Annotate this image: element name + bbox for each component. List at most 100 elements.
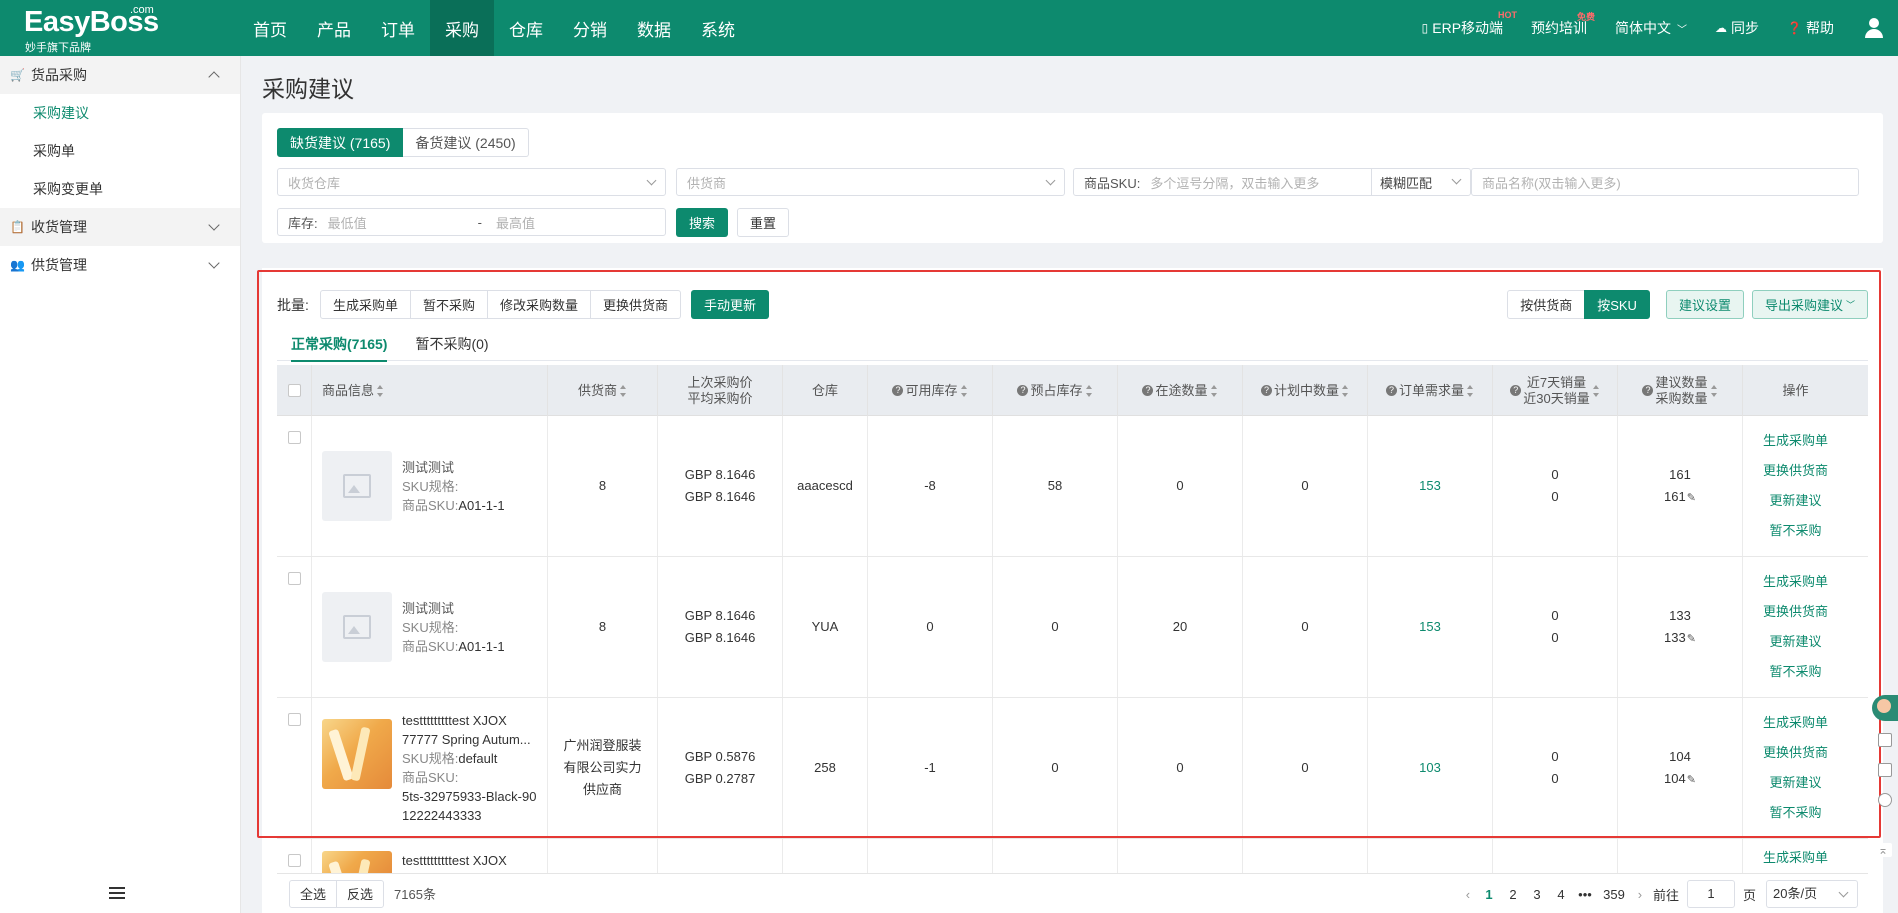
product-name[interactable]: testttttttttest XJOX (402, 711, 536, 730)
tab-paused-purchase[interactable]: 暂不采购(0) (401, 326, 502, 361)
row-checkbox[interactable] (287, 572, 301, 585)
help-button[interactable]: ❓ 帮助 (1787, 18, 1834, 38)
header-product[interactable]: 商品信息 (312, 365, 548, 416)
suggestion-settings-button[interactable]: 建议设置 (1665, 290, 1744, 319)
demand-cell[interactable]: 103 (1368, 698, 1493, 838)
product-name[interactable]: testttttttttest XJOX (402, 851, 507, 870)
menu-data[interactable]: 数据 (622, 0, 686, 56)
sku-search-input[interactable]: 商品SKU: 多个逗号分隔，双击输入更多 模糊匹配 (1073, 168, 1471, 196)
tab-shortage[interactable]: 缺货建议 (7165) (277, 128, 404, 157)
page-4[interactable]: 4 (1549, 887, 1573, 902)
menu-system[interactable]: 系统 (686, 0, 750, 56)
page-ellipsis[interactable]: ••• (1573, 887, 1597, 902)
sidebar-group-supply[interactable]: 👥 供货管理 (0, 246, 240, 284)
chat-icon[interactable] (1878, 763, 1892, 777)
note-icon[interactable] (1878, 733, 1892, 747)
header-planned[interactable]: ? 计划中数量 (1243, 365, 1368, 416)
pause-purchase-link[interactable]: 暂不采购 (1769, 516, 1821, 546)
sidebar-group-goods-purchase[interactable]: 🛒 货品采购 (0, 56, 240, 94)
batch-change-supplier-button[interactable]: 更换供货商 (590, 290, 682, 319)
create-order-link[interactable]: 生成采购单 (1763, 843, 1828, 873)
header-available[interactable]: ? 可用库存 (868, 365, 993, 416)
update-suggestion-link[interactable]: 更新建议 (1769, 768, 1821, 798)
erp-mobile-link[interactable]: ▯ ERP移动端 HOT (1422, 10, 1517, 38)
sidebar-item-purchase-change[interactable]: 采购变更单 (0, 170, 240, 208)
header-quantity[interactable]: ? 建议数量 采购数量 (1618, 365, 1743, 416)
goto-page-input[interactable]: 1 (1686, 880, 1735, 908)
logo[interactable]: EasyBoss .com 妙手旗下品牌 (0, 0, 220, 56)
sidebar-group-receiving[interactable]: 📋 收货管理 (0, 208, 240, 246)
search-button[interactable]: 搜索 (676, 208, 728, 237)
page-1[interactable]: 1 (1477, 887, 1501, 902)
prev-page-icon[interactable]: ‹ (1459, 887, 1477, 902)
sidebar-collapse-icon[interactable] (109, 887, 125, 901)
menu-warehouse[interactable]: 仓库 (494, 0, 558, 56)
stock-range-input[interactable]: 库存: 最低值 - 最高值 (277, 208, 666, 236)
product-name[interactable]: 测试测试 (402, 599, 505, 618)
header-transit[interactable]: ? 在途数量 (1118, 365, 1243, 416)
create-order-link[interactable]: 生成采购单 (1763, 567, 1828, 597)
create-order-link[interactable]: 生成采购单 (1763, 708, 1828, 738)
menu-products[interactable]: 产品 (302, 0, 366, 56)
training-link[interactable]: 预约培训 免费 (1531, 12, 1595, 38)
menu-distribution[interactable]: 分销 (558, 0, 622, 56)
chevron-down-icon: ﹀ (1845, 300, 1855, 310)
purchase-qty-edit[interactable]: 104✎ (1664, 768, 1696, 791)
row-checkbox[interactable] (287, 854, 301, 867)
language-select[interactable]: 简体中文 ﹀ (1615, 18, 1687, 38)
create-order-link[interactable]: 生成采购单 (1763, 426, 1828, 456)
warehouse-select[interactable]: 收货仓库 (277, 168, 666, 196)
pause-purchase-link[interactable]: 暂不采购 (1769, 657, 1821, 687)
reset-button[interactable]: 重置 (737, 208, 789, 237)
demand-cell[interactable]: 153 (1368, 416, 1493, 556)
sidebar-item-purchase-order[interactable]: 采购单 (0, 132, 240, 170)
by-sku-button[interactable]: 按SKU (1584, 290, 1650, 319)
service-avatar-icon[interactable] (1872, 695, 1898, 721)
update-suggestion-link[interactable]: 更新建议 (1769, 486, 1821, 516)
batch-create-order-button[interactable]: 生成采购单 (320, 290, 412, 319)
purchase-qty-edit[interactable]: 133✎ (1664, 627, 1696, 650)
select-all-button[interactable]: 全选 (289, 879, 338, 908)
menu-home[interactable]: 首页 (238, 0, 302, 56)
update-suggestion-link[interactable]: 更新建议 (1769, 627, 1821, 657)
header-supplier[interactable]: 供货商 (548, 365, 658, 416)
page-2[interactable]: 2 (1501, 887, 1525, 902)
product-name[interactable]: 测试测试 (402, 458, 505, 477)
product-name-input[interactable]: 商品名称(双击输入更多) (1471, 168, 1859, 196)
page-last[interactable]: 359 (1597, 887, 1631, 902)
page-size-select[interactable]: 20条/页 (1766, 880, 1858, 908)
next-page-icon[interactable]: › (1631, 887, 1649, 902)
tab-normal-purchase[interactable]: 正常采购(7165) (277, 326, 401, 362)
change-supplier-link[interactable]: 更换供货商 (1763, 738, 1828, 768)
match-mode-select[interactable]: 模糊匹配 (1371, 169, 1470, 195)
select-all-checkbox[interactable] (287, 384, 301, 397)
header-reserved[interactable]: ? 预占库存 (993, 365, 1118, 416)
menu-orders[interactable]: 订单 (366, 0, 430, 56)
row-checkbox[interactable] (287, 713, 301, 726)
menu-purchase[interactable]: 采购 (430, 0, 494, 56)
back-to-top-icon[interactable]: ⌅ (1878, 843, 1892, 857)
invert-selection-button[interactable]: 反选 (336, 879, 385, 908)
change-supplier-link[interactable]: 更换供货商 (1763, 456, 1828, 486)
manual-update-button[interactable]: 手动更新 (691, 290, 769, 319)
demand-cell[interactable]: 153 (1368, 557, 1493, 697)
row-checkbox[interactable] (287, 431, 301, 444)
export-button[interactable]: 导出采购建议 ﹀ (1751, 290, 1868, 319)
user-avatar-icon[interactable] (1862, 16, 1886, 40)
tab-stock[interactable]: 备货建议 (2450) (403, 128, 529, 157)
page-3[interactable]: 3 (1525, 887, 1549, 902)
sync-button[interactable]: ☁ 同步 (1715, 18, 1759, 38)
header-demand[interactable]: ? 订单需求量 (1368, 365, 1493, 416)
purchase-qty-edit[interactable]: 161✎ (1664, 486, 1696, 509)
change-supplier-link[interactable]: 更换供货商 (1763, 597, 1828, 627)
header-sales[interactable]: ? 近7天销量 近30天销量 (1493, 365, 1618, 416)
by-supplier-button[interactable]: 按供货商 (1507, 290, 1586, 319)
batch-pause-button[interactable]: 暂不采购 (410, 290, 489, 319)
feedback-icon[interactable] (1878, 793, 1892, 807)
sidebar-item-purchase-suggestion[interactable]: 采购建议 (0, 94, 240, 132)
product-name-line2[interactable]: 77777 Spring Autum... (402, 730, 536, 749)
purchase-qty: 161 (1664, 488, 1686, 504)
batch-edit-qty-button[interactable]: 修改采购数量 (487, 290, 592, 319)
supplier-select[interactable]: 供货商 (676, 168, 1065, 196)
pause-purchase-link[interactable]: 暂不采购 (1769, 798, 1821, 828)
